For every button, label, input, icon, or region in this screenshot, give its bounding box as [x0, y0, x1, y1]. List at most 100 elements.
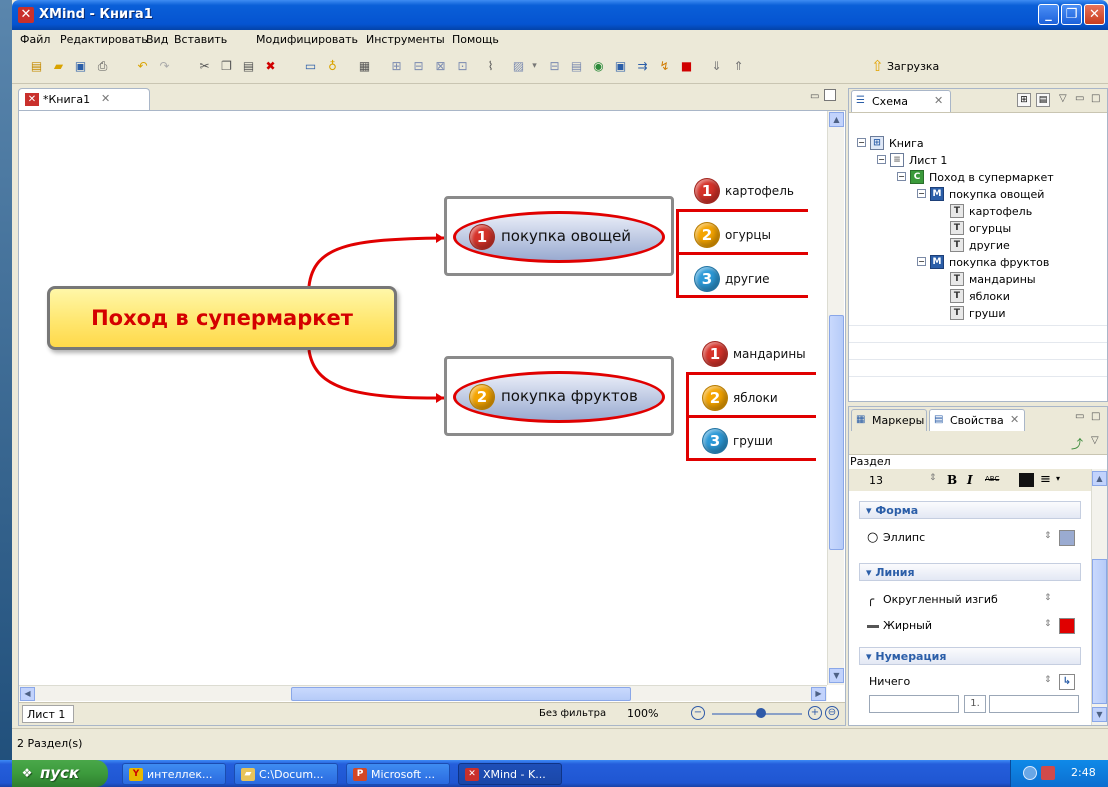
editor-tab[interactable]: ✕ *Книга1 ✕ — [18, 88, 150, 110]
collapse-icon[interactable]: − — [857, 138, 866, 147]
collapse-icon[interactable]: − — [897, 172, 906, 181]
subtopic-label[interactable]: другие — [725, 272, 770, 286]
taskbar-item[interactable]: P Microsoft ... — [346, 763, 450, 785]
zoom-in-icon[interactable]: + — [808, 706, 822, 720]
collapse-icon[interactable]: − — [917, 189, 926, 198]
attachment-icon[interactable]: ⌇ — [482, 58, 499, 75]
shape-color-swatch[interactable] — [1059, 530, 1075, 546]
shape-row[interactable]: ○ Эллипс ⇕ — [859, 527, 1081, 549]
priority-3-marker-icon[interactable]: 3 — [694, 266, 720, 292]
italic-button[interactable]: I — [967, 473, 973, 487]
main-topic-vegetables[interactable]: 1 покупка овощей — [444, 196, 674, 276]
panel-minimize-icon[interactable]: ▭ — [1075, 411, 1084, 422]
menu-insert[interactable]: Вставить — [174, 33, 227, 46]
tree-view-icon[interactable]: ⊞ — [1017, 93, 1031, 107]
close-tab-icon[interactable]: ✕ — [1010, 413, 1019, 426]
menu-edit[interactable]: Редактировать — [60, 33, 148, 46]
network-icon[interactable] — [1023, 766, 1037, 780]
image-icon[interactable]: ▨ — [510, 58, 527, 75]
canvas-vertical-scrollbar[interactable]: ▲ ▼ — [827, 111, 844, 685]
pin-icon[interactable]: ⤴ — [1071, 435, 1083, 452]
close-tab-icon[interactable]: ✕ — [101, 92, 110, 105]
parent-topic-icon[interactable]: ⊠ — [432, 58, 449, 75]
canvas-horizontal-scrollbar[interactable]: ◀ ▶ — [19, 685, 827, 701]
relationship-icon[interactable]: ⇉ — [634, 58, 651, 75]
priority-1-marker-icon[interactable]: 1 — [469, 224, 495, 250]
list-view-icon[interactable]: ▤ — [1036, 93, 1050, 107]
panel-maximize-icon[interactable]: □ — [1091, 93, 1100, 104]
menu-help[interactable]: Помощь — [452, 33, 499, 46]
strikethrough-button[interactable]: ABC — [985, 475, 999, 483]
title-bar[interactable]: ✕ XMind - Книга1 _ ❐ ✕ — [12, 0, 1108, 30]
editor-maximize-icon[interactable] — [824, 89, 836, 101]
scroll-thumb[interactable] — [1092, 559, 1107, 704]
priority-1-marker-icon[interactable]: 1 — [702, 341, 728, 367]
outline-tab[interactable]: ☰ Схема ✕ — [851, 90, 951, 112]
spinner-icon[interactable]: ⇕ — [1044, 619, 1052, 629]
numbering-row[interactable]: Ничего ⇕ ↳ — [859, 671, 1081, 693]
properties-icon[interactable]: ▦ — [356, 58, 373, 75]
subtopic-label[interactable]: картофель — [725, 184, 794, 198]
priority-1-marker-icon[interactable]: 1 — [694, 178, 720, 204]
central-topic[interactable]: Поход в супермаркет — [47, 286, 397, 350]
new-icon[interactable]: ▤ — [28, 58, 45, 75]
priority-2-marker-icon[interactable]: 2 — [702, 385, 728, 411]
font-color-swatch[interactable] — [1019, 473, 1034, 487]
subtopic-label[interactable]: яблоки — [733, 391, 778, 405]
subtopic-label[interactable]: груши — [733, 434, 773, 448]
scroll-down-icon[interactable]: ▼ — [1092, 707, 1107, 722]
panel-minimize-icon[interactable]: ▭ — [1075, 93, 1084, 104]
taskbar-item-active[interactable]: ✕ XMind - K... — [458, 763, 562, 785]
font-size-field[interactable]: 13 — [869, 474, 883, 487]
volume-icon[interactable] — [1041, 766, 1055, 780]
cut-icon[interactable]: ✂ — [196, 58, 213, 75]
subtopic-label[interactable]: огурцы — [725, 228, 771, 242]
align-dropdown-icon[interactable]: ▾ — [1056, 474, 1060, 483]
close-tab-icon[interactable]: ✕ — [934, 94, 943, 107]
collapse-icon[interactable]: − — [917, 257, 926, 266]
menu-file[interactable]: Файл — [20, 33, 50, 46]
drill-down-icon[interactable]: ⇓ — [708, 58, 725, 75]
zoom-fit-icon[interactable]: ⊖ — [825, 706, 839, 720]
scroll-up-icon[interactable]: ▲ — [829, 112, 844, 127]
redo-icon[interactable]: ↷ — [156, 58, 173, 75]
view-menu-icon[interactable]: ▽ — [1091, 435, 1099, 446]
taskbar-item[interactable]: Y интеллек... — [122, 763, 226, 785]
panel-maximize-icon[interactable]: □ — [1091, 411, 1100, 422]
zoom-slider-thumb[interactable] — [756, 708, 766, 718]
scroll-thumb[interactable] — [291, 687, 631, 701]
callout-icon[interactable]: ⊡ — [454, 58, 471, 75]
properties-tab[interactable]: ▤ Свойства ✕ — [929, 409, 1025, 431]
menu-modify[interactable]: Модифицировать — [256, 33, 358, 46]
line-color-swatch[interactable] — [1059, 618, 1075, 634]
bold-button[interactable]: B — [947, 473, 957, 487]
numbering-format-field[interactable]: 1. — [964, 695, 986, 713]
idea-bulb-icon[interactable]: ♁ — [324, 58, 341, 75]
priority-3-marker-icon[interactable]: 3 — [702, 428, 728, 454]
stop-icon[interactable]: ■ — [678, 58, 695, 75]
markers-tab[interactable]: ▦ Маркеры — [851, 409, 927, 431]
menu-view[interactable]: Вид — [146, 33, 168, 46]
undo-icon[interactable]: ↶ — [134, 58, 151, 75]
drill-up-icon[interactable]: ⇑ — [730, 58, 747, 75]
align-icon[interactable]: ≡ — [1040, 472, 1051, 487]
spinner-icon[interactable]: ⇕ — [1044, 675, 1052, 685]
font-size-spinner-icon[interactable]: ⇕ — [929, 473, 937, 483]
numbering-format-icon[interactable]: ↳ — [1059, 674, 1075, 690]
boundary-icon[interactable]: ⊟ — [546, 58, 563, 75]
menu-tools[interactable]: Инструменты — [366, 33, 445, 46]
sheet-tab[interactable]: Лист 1 — [22, 705, 74, 723]
delete-icon[interactable]: ✖ — [262, 58, 279, 75]
filter-selector[interactable]: Без фильтра — [539, 708, 606, 719]
subtopic-icon[interactable]: ⊞ — [388, 58, 405, 75]
numbering-suffix-input[interactable] — [989, 695, 1079, 713]
print-icon[interactable]: ⎙ — [94, 58, 111, 75]
drill-icon[interactable]: ↯ — [656, 58, 673, 75]
taskbar-item[interactable]: ▰ C:\Docum... — [234, 763, 338, 785]
editor-minimize-icon[interactable]: ▭ — [810, 91, 819, 102]
collapse-icon[interactable]: − — [877, 155, 886, 164]
download-arrow-icon[interactable]: ⇧ — [869, 58, 886, 75]
summary-icon[interactable]: ▣ — [612, 58, 629, 75]
mind-map-canvas[interactable]: Поход в супермаркет 1 покупка овощей 1 к… — [19, 111, 827, 685]
zoom-out-icon[interactable]: − — [691, 706, 705, 720]
